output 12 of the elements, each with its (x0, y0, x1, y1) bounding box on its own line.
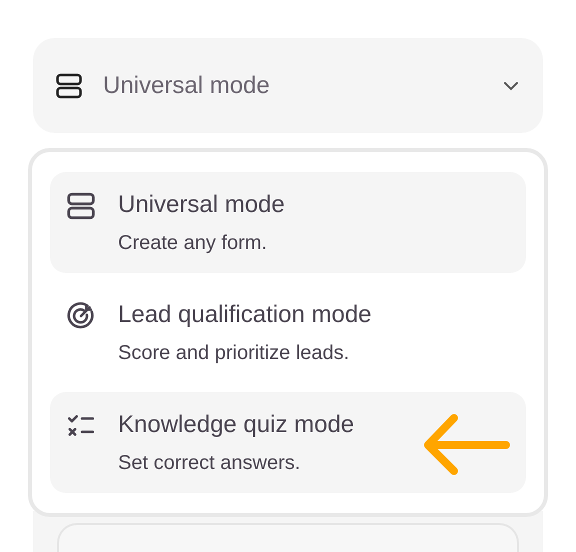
rows-icon (55, 72, 83, 100)
mode-option[interactable]: Knowledge quiz mode Set correct answers. (50, 392, 526, 493)
mode-select[interactable]: Universal mode (33, 38, 543, 133)
mode-option[interactable]: Universal mode Create any form. (50, 172, 526, 273)
option-title: Universal mode (118, 190, 285, 220)
option-description: Create any form. (118, 231, 268, 256)
option-description: Score and prioritize leads. (118, 341, 350, 366)
option-title: Lead qualification mode (118, 300, 372, 330)
option-title: Knowledge quiz mode (118, 410, 354, 440)
option-description: Set correct answers. (118, 451, 302, 476)
rows-icon (66, 191, 96, 221)
target-icon (66, 301, 96, 331)
